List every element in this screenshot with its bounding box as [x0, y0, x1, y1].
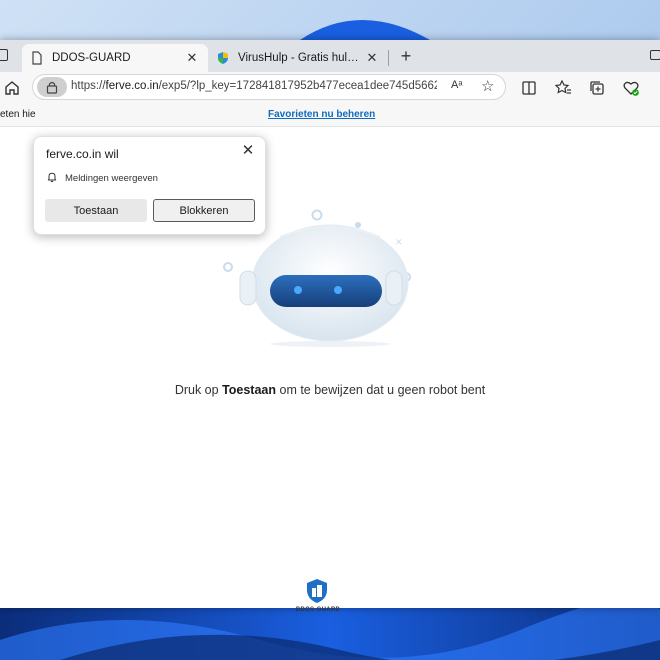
captcha-prompt: Druk op Toestaan om te bewijzen dat u ge…	[174, 383, 486, 397]
collections-icon[interactable]	[588, 79, 606, 97]
lock-icon	[46, 81, 58, 94]
tab-ddos-guard[interactable]: DDOS-GUARD ✕	[22, 44, 208, 72]
tab-title: VirusHulp - Gratis hulp bij virussen	[238, 52, 364, 64]
tab-strip: DDOS-GUARD ✕ VirusHulp - Gratis hulp bij…	[0, 40, 660, 72]
ddos-guard-label: DDOS-GUARD	[295, 607, 341, 613]
url-text[interactable]: https://ferve.co.in/exp5/?lp_key=1728418…	[71, 80, 437, 92]
favorites-bar: eten hie Favorieten nu beheren	[0, 104, 660, 127]
home-icon[interactable]	[2, 78, 22, 98]
page-icon	[32, 51, 42, 65]
favorite-star-icon[interactable]: ☆	[481, 77, 494, 95]
virushulp-shield-icon	[218, 52, 228, 64]
notification-permission-popup: ferve.co.in wil ✕ Meldingen weergeven To…	[33, 136, 266, 235]
tab-actions-icon[interactable]	[0, 49, 8, 61]
tab-virushulp[interactable]: VirusHulp - Gratis hulp bij virussen ✕	[208, 44, 388, 72]
maximize-icon[interactable]	[650, 50, 660, 60]
browser-window: DDOS-GUARD ✕ VirusHulp - Gratis hulp bij…	[0, 40, 660, 613]
favorites-bar-text: eten hie	[0, 109, 36, 120]
ddos-guard-shield-icon	[307, 579, 327, 603]
split-screen-icon[interactable]	[520, 79, 538, 97]
read-aloud-icon[interactable]: Aᵃ	[451, 79, 462, 91]
new-tab-button[interactable]: +	[396, 46, 416, 66]
block-button[interactable]: Blokkeren	[153, 199, 255, 222]
browser-toolbar: https://ferve.co.in/exp5/?lp_key=1728418…	[0, 72, 660, 104]
svg-text:✕: ✕	[395, 238, 403, 248]
browser-essentials-icon[interactable]	[622, 79, 640, 97]
permission-text: Meldingen weergeven	[65, 173, 158, 184]
close-tab-icon[interactable]: ✕	[184, 50, 200, 66]
site-info-button[interactable]	[37, 77, 67, 97]
bell-icon	[47, 172, 57, 183]
popup-site-label: ferve.co.in wil	[46, 147, 119, 161]
close-tab-icon[interactable]: ✕	[364, 50, 380, 66]
popup-close-icon[interactable]: ✕	[240, 143, 256, 159]
favorites-icon[interactable]	[554, 79, 572, 97]
manage-favorites-link[interactable]: Favorieten nu beheren	[268, 109, 375, 120]
tab-title: DDOS-GUARD	[52, 52, 131, 64]
tab-separator	[388, 50, 389, 66]
allow-button[interactable]: Toestaan	[45, 199, 147, 222]
address-bar[interactable]: https://ferve.co.in/exp5/?lp_key=1728418…	[32, 74, 506, 100]
